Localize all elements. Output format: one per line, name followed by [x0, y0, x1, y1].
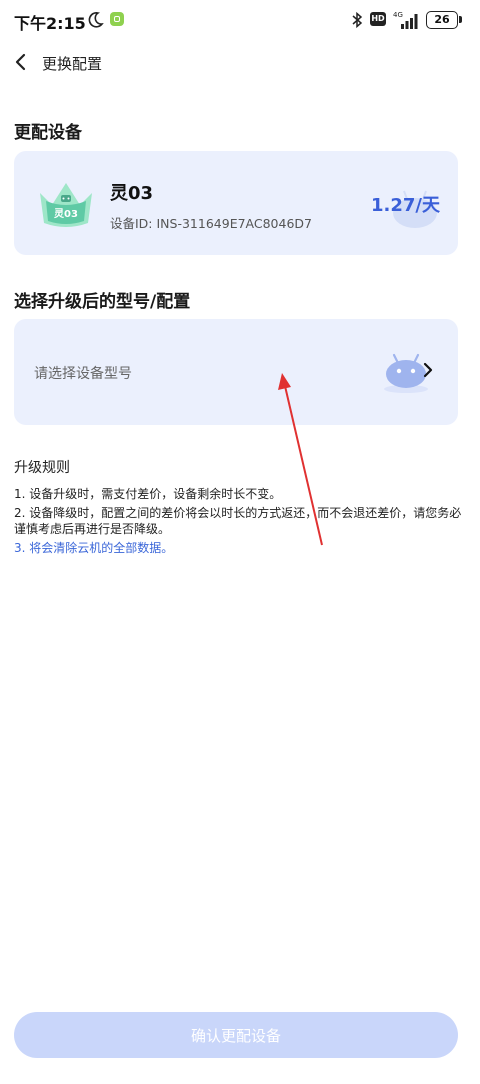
device-name: 灵03	[110, 183, 154, 204]
rules-title: 升级规则	[14, 460, 70, 476]
current-device-card: 灵03 灵03 设备ID: INS-311649E7AC8046D7 1.27/…	[14, 151, 458, 255]
crown-badge-icon: 灵03	[40, 183, 92, 227]
signal-icon: 4G	[393, 11, 418, 29]
device-id: 设备ID: INS-311649E7AC8046D7	[110, 216, 312, 231]
rule-item-data-warning: 3. 将会清除云机的全部数据。	[14, 541, 174, 555]
hd-icon: HD	[370, 12, 386, 26]
page-title: 更换配置	[42, 55, 103, 73]
status-time: 下午2:15	[14, 14, 86, 33]
rule-item: 1. 设备升级时，需支付差价，设备剩余时长不变。	[14, 487, 282, 501]
app-notification-icon	[110, 12, 124, 26]
moon-icon	[88, 12, 104, 28]
battery-icon: 26	[426, 11, 462, 29]
rule-item: 2. 设备降级时，配置之间的差价将会以时长的方式返还，而不会退还差价，请您务必谨…	[14, 506, 462, 536]
crown-badge-label: 灵03	[54, 208, 78, 220]
nav-bar: 更换配置	[0, 44, 480, 80]
status-bar: 下午2:15 HD 4G 26	[0, 0, 480, 40]
bluetooth-icon	[352, 11, 363, 29]
confirm-change-device-button[interactable]: 确认更配设备	[14, 1012, 458, 1058]
network-type-label: 4G	[393, 11, 403, 19]
chevron-right-icon[interactable]	[422, 362, 434, 378]
device-model-placeholder: 请选择设备型号	[34, 366, 132, 382]
device-price: 1.27/天	[371, 195, 440, 216]
device-model-selector[interactable]: 请选择设备型号	[14, 319, 458, 425]
upgrade-section-title: 选择升级后的型号/配置	[14, 292, 191, 312]
current-device-section-title: 更配设备	[14, 123, 82, 143]
back-arrow-icon[interactable]	[12, 52, 32, 72]
